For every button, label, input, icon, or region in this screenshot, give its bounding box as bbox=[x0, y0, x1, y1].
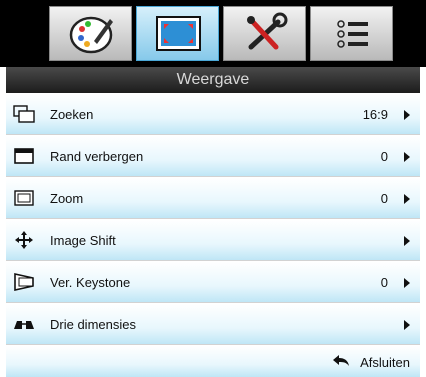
move-arrows-icon bbox=[13, 230, 35, 250]
row-label: Zoom bbox=[50, 191, 84, 206]
row-label: Drie dimensies bbox=[50, 317, 136, 332]
display-screen-icon bbox=[156, 16, 201, 51]
menu-row-drie-dimensies[interactable]: Drie dimensies bbox=[6, 304, 420, 345]
chevron-right-icon[interactable] bbox=[404, 278, 410, 288]
row-value: 0 bbox=[380, 149, 388, 164]
menu-row-zoom[interactable]: Zoom 0 bbox=[6, 178, 420, 219]
edge-mask-icon bbox=[13, 146, 35, 166]
zoom-icon bbox=[13, 188, 35, 208]
row-value: 0 bbox=[380, 191, 388, 206]
menu-row-rand-verbergen[interactable]: Rand verbergen 0 bbox=[6, 136, 420, 177]
3d-glasses-icon bbox=[13, 314, 35, 334]
row-value: 0 bbox=[380, 275, 388, 290]
row-label: Ver. Keystone bbox=[50, 275, 131, 290]
return-arrow-icon[interactable] bbox=[332, 354, 350, 368]
row-label: Image Shift bbox=[50, 233, 116, 248]
chevron-right-icon[interactable] bbox=[404, 194, 410, 204]
tab-display[interactable] bbox=[136, 6, 219, 61]
menu-row-image-shift[interactable]: Image Shift bbox=[6, 220, 420, 261]
menu-title: Weergave bbox=[6, 67, 420, 93]
list-icon bbox=[337, 20, 368, 48]
keystone-icon bbox=[13, 272, 35, 292]
row-label: Rand verbergen bbox=[50, 149, 144, 164]
chevron-right-icon[interactable] bbox=[404, 236, 410, 246]
tab-bar bbox=[0, 0, 426, 67]
tab-image[interactable] bbox=[49, 6, 132, 61]
menu-footer: Afsluiten bbox=[6, 346, 420, 377]
row-value: 16:9 bbox=[362, 107, 388, 122]
chevron-right-icon[interactable] bbox=[404, 320, 410, 330]
tab-options[interactable] bbox=[310, 6, 393, 61]
exit-button[interactable]: Afsluiten bbox=[360, 346, 410, 377]
aspect-ratio-icon bbox=[13, 104, 35, 124]
menu-row-zoeken[interactable]: Zoeken 16:9 bbox=[6, 94, 420, 135]
chevron-right-icon[interactable] bbox=[404, 152, 410, 162]
menu-row-ver-keystone[interactable]: Ver. Keystone 0 bbox=[6, 262, 420, 303]
tab-setup[interactable] bbox=[223, 6, 306, 61]
palette-icon bbox=[69, 16, 113, 54]
row-label: Zoeken bbox=[50, 107, 94, 122]
osd-menu: Weergave Zoeken 16:9 Rand verbergen 0 Zo… bbox=[0, 0, 426, 377]
tools-icon bbox=[247, 12, 288, 50]
chevron-right-icon[interactable] bbox=[404, 110, 410, 120]
